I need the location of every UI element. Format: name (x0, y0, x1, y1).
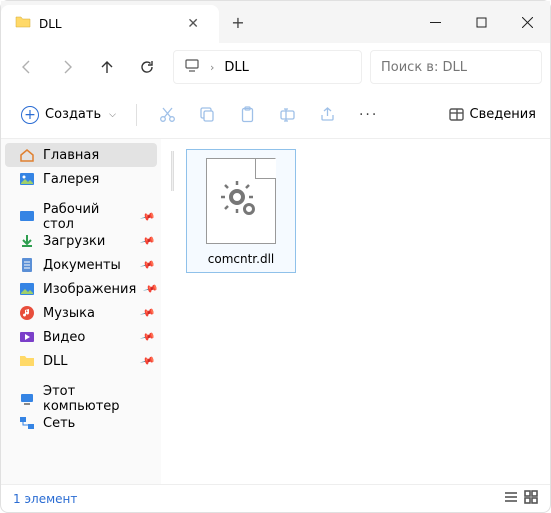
sidebar-item-downloads[interactable]: Загрузки 📌 (1, 229, 161, 253)
sidebar-item-videos[interactable]: Видео 📌 (1, 325, 161, 349)
sidebar-label: Этот компьютер (43, 384, 153, 414)
sidebar-label: Главная (43, 148, 99, 163)
dll-file-icon (206, 158, 276, 244)
address-bar[interactable]: › DLL (173, 50, 362, 84)
forward-button[interactable] (49, 49, 85, 85)
file-name: comcntr.dll (191, 252, 291, 266)
file-item[interactable]: comcntr.dll (186, 149, 296, 273)
sidebar-label: Галерея (43, 172, 99, 187)
sidebar-label: Документы (43, 258, 121, 273)
sidebar-item-gallery[interactable]: Галерея (1, 167, 161, 191)
view-grid-button[interactable] (524, 490, 538, 507)
sidebar-label: Рабочий стол (43, 202, 133, 232)
sidebar-item-music[interactable]: Музыка 📌 (1, 301, 161, 325)
create-button[interactable]: + Создать ⌵ (15, 102, 122, 128)
folder-icon (19, 353, 35, 369)
sidebar-item-dll[interactable]: DLL 📌 (1, 349, 161, 373)
pin-icon: 📌 (139, 257, 155, 273)
more-button[interactable]: ··· (351, 107, 386, 123)
pin-icon: 📌 (139, 305, 155, 321)
separator (136, 104, 137, 126)
details-icon (449, 107, 464, 122)
search-box[interactable] (370, 50, 542, 84)
sidebar-label: DLL (43, 354, 68, 369)
sidebar-label: Сеть (43, 416, 75, 431)
details-button[interactable]: Сведения (449, 107, 537, 122)
folder-icon (15, 14, 31, 34)
videos-icon (19, 329, 35, 345)
chevron-down-icon: ⌵ (109, 110, 116, 120)
view-list-button[interactable] (504, 490, 518, 507)
sidebar-label: Видео (43, 330, 85, 345)
minimize-button[interactable] (412, 1, 458, 43)
search-input[interactable] (381, 60, 531, 75)
sidebar: Главная Галерея Рабочий стол 📌 Загрузки … (1, 139, 161, 484)
breadcrumb-item[interactable]: DLL (224, 60, 249, 75)
sidebar-label: Изображения (43, 282, 136, 297)
documents-icon (19, 257, 35, 273)
sidebar-item-thispc[interactable]: Этот компьютер (1, 387, 161, 411)
pc-icon (19, 391, 35, 407)
back-button[interactable] (9, 49, 45, 85)
refresh-button[interactable] (129, 49, 165, 85)
downloads-icon (19, 233, 35, 249)
file-pane[interactable]: comcntr.dll (161, 139, 550, 484)
maximize-button[interactable] (458, 1, 504, 43)
pin-icon: 📌 (139, 209, 155, 225)
network-icon (19, 415, 35, 431)
details-label: Сведения (470, 107, 537, 122)
status-count: 1 элемент (13, 492, 77, 506)
copy-button[interactable] (191, 98, 225, 132)
create-label: Создать (45, 107, 101, 122)
pin-icon: 📌 (139, 329, 155, 345)
sidebar-label: Загрузки (43, 234, 105, 249)
new-tab-button[interactable]: + (219, 1, 257, 43)
pictures-icon (19, 281, 35, 297)
gallery-icon (19, 171, 35, 187)
music-icon (19, 305, 35, 321)
drag-handle[interactable] (171, 151, 174, 191)
rename-button[interactable] (271, 98, 305, 132)
pc-icon (184, 57, 200, 77)
chevron-right-icon: › (210, 61, 214, 74)
up-button[interactable] (89, 49, 125, 85)
sidebar-item-network[interactable]: Сеть (1, 411, 161, 435)
share-button[interactable] (311, 98, 345, 132)
home-icon (19, 147, 35, 163)
sidebar-item-home[interactable]: Главная (5, 143, 157, 167)
sidebar-item-pictures[interactable]: Изображения 📌 (1, 277, 161, 301)
plus-icon: + (21, 106, 39, 124)
sidebar-label: Музыка (43, 306, 95, 321)
sidebar-item-desktop[interactable]: Рабочий стол 📌 (1, 205, 161, 229)
sidebar-item-documents[interactable]: Документы 📌 (1, 253, 161, 277)
active-tab[interactable]: DLL ✕ (1, 5, 219, 43)
pin-icon: 📌 (139, 353, 155, 369)
cut-button[interactable] (151, 98, 185, 132)
paste-button[interactable] (231, 98, 265, 132)
pin-icon: 📌 (139, 233, 155, 249)
desktop-icon (19, 209, 35, 225)
tab-title: DLL (39, 17, 173, 31)
tab-close-button[interactable]: ✕ (181, 14, 205, 34)
close-button[interactable] (504, 1, 550, 43)
pin-icon: 📌 (142, 281, 158, 297)
